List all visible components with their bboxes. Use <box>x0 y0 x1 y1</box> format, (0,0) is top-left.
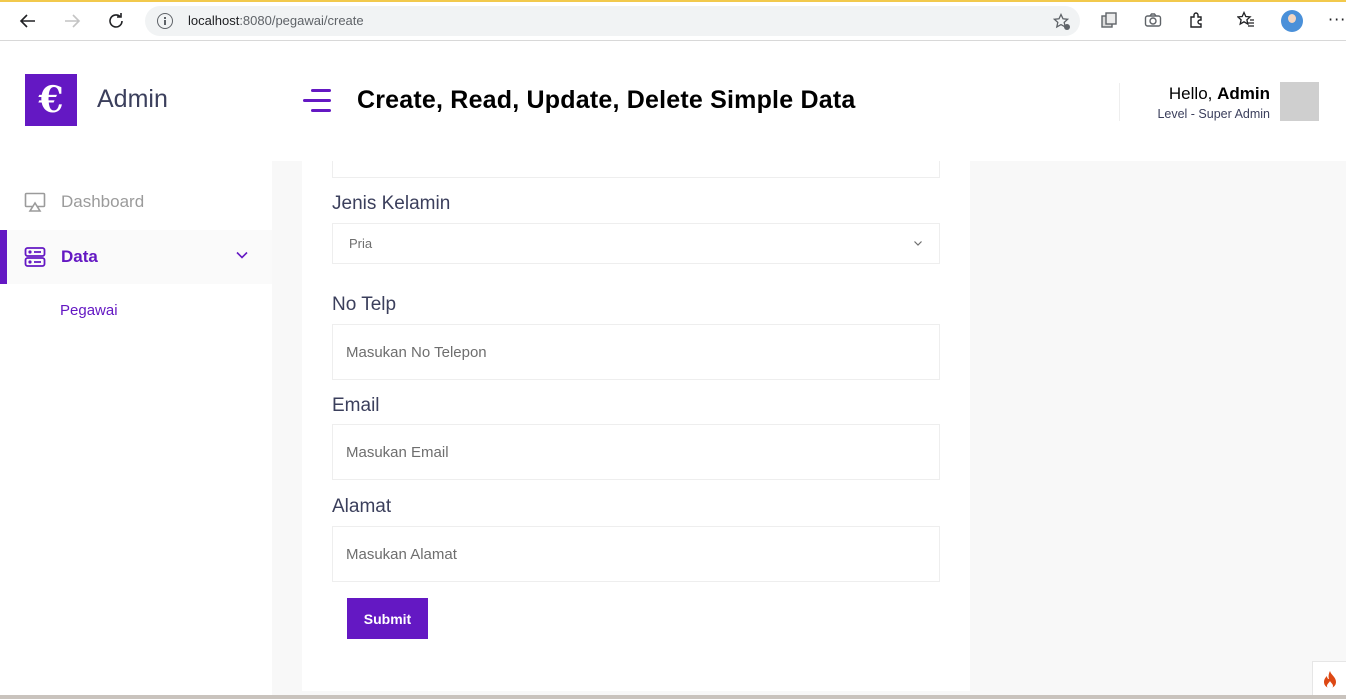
reload-icon <box>109 13 123 28</box>
sidebar-item-data[interactable]: Data <box>0 230 272 284</box>
page-title: Create, Read, Update, Delete Simple Data <box>357 86 856 114</box>
address-bar[interactable]: localhost:8080/pegawai/create <box>145 6 1080 36</box>
more-menu-icon[interactable]: ··· <box>1328 10 1346 29</box>
info-icon[interactable] <box>157 13 173 29</box>
arrow-right-icon <box>65 14 81 28</box>
previous-field-input[interactable] <box>332 161 940 178</box>
form-card: Jenis Kelamin Pria No Telp Email Alamat … <box>302 161 970 691</box>
chevron-down-icon <box>914 241 922 246</box>
flame-icon <box>1324 671 1336 689</box>
tab-highlight <box>0 0 1346 2</box>
greeting-text: Hello, <box>1168 84 1213 103</box>
url-host: localhost <box>188 13 240 28</box>
sidebar-item-label: Data <box>61 247 98 266</box>
header-divider <box>1119 83 1120 121</box>
database-icon <box>24 247 46 267</box>
sidebar-item-dashboard[interactable]: Dashboard <box>0 175 272 229</box>
collections-icon[interactable] <box>1100 11 1118 29</box>
debug-toolbar-toggle[interactable] <box>1312 661 1346 695</box>
sidebar-item-label: Dashboard <box>61 192 145 211</box>
arrow-left-icon <box>19 14 35 28</box>
chevron-down-icon[interactable] <box>235 248 249 262</box>
favorite-add-icon[interactable] <box>1053 13 1071 31</box>
submit-button[interactable]: Submit <box>347 598 428 639</box>
phone-input[interactable] <box>332 324 940 380</box>
email-input[interactable] <box>332 424 940 480</box>
email-label: Email <box>332 395 380 416</box>
brand-name: Admin <box>97 85 168 113</box>
address-label: Alamat <box>332 496 392 517</box>
submenu-item-pegawai[interactable]: Pegawai <box>60 302 118 319</box>
gender-selected-value: Pria <box>349 236 373 251</box>
user-avatar[interactable] <box>1280 82 1319 121</box>
favorites-icon[interactable] <box>1237 11 1255 29</box>
user-level: Level - Super Admin <box>1157 107 1270 121</box>
brand-logo-icon[interactable]: € <box>25 74 77 126</box>
monitor-icon <box>24 192 46 212</box>
address-input[interactable] <box>332 526 940 582</box>
phone-label: No Telp <box>332 294 397 315</box>
taskbar-edge <box>0 695 1346 699</box>
user-name: Admin <box>1217 84 1270 103</box>
camera-icon[interactable] <box>1144 11 1162 29</box>
hamburger-menu-icon[interactable] <box>303 89 331 113</box>
sidebar: € Admin Dashboard Data Pegawai <box>0 41 272 699</box>
extensions-icon[interactable] <box>1188 11 1206 29</box>
forward-button[interactable] <box>60 9 84 33</box>
profile-avatar-icon[interactable] <box>1281 10 1303 32</box>
user-greeting[interactable]: Hello, Admin <box>1169 84 1270 104</box>
page-header: Create, Read, Update, Delete Simple Data… <box>272 41 1346 161</box>
reload-button[interactable] <box>104 9 128 33</box>
url-text: localhost:8080/pegawai/create <box>188 13 364 28</box>
gender-label: Jenis Kelamin <box>332 193 451 214</box>
back-button[interactable] <box>16 9 40 33</box>
browser-toolbar: localhost:8080/pegawai/create ··· <box>0 0 1346 41</box>
url-path: :8080/pegawai/create <box>239 13 364 28</box>
gender-select[interactable]: Pria <box>332 223 940 264</box>
